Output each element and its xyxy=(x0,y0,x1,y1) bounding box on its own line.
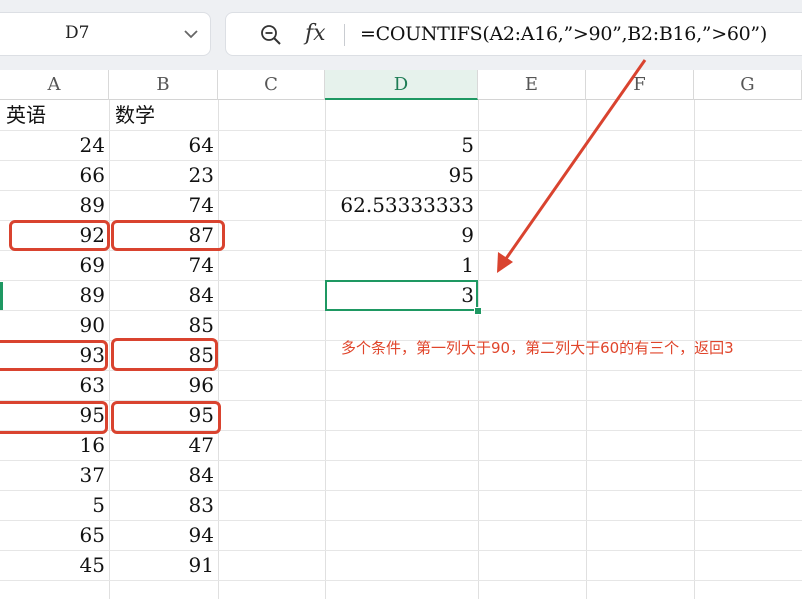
annotation-arrow-icon xyxy=(497,59,647,273)
